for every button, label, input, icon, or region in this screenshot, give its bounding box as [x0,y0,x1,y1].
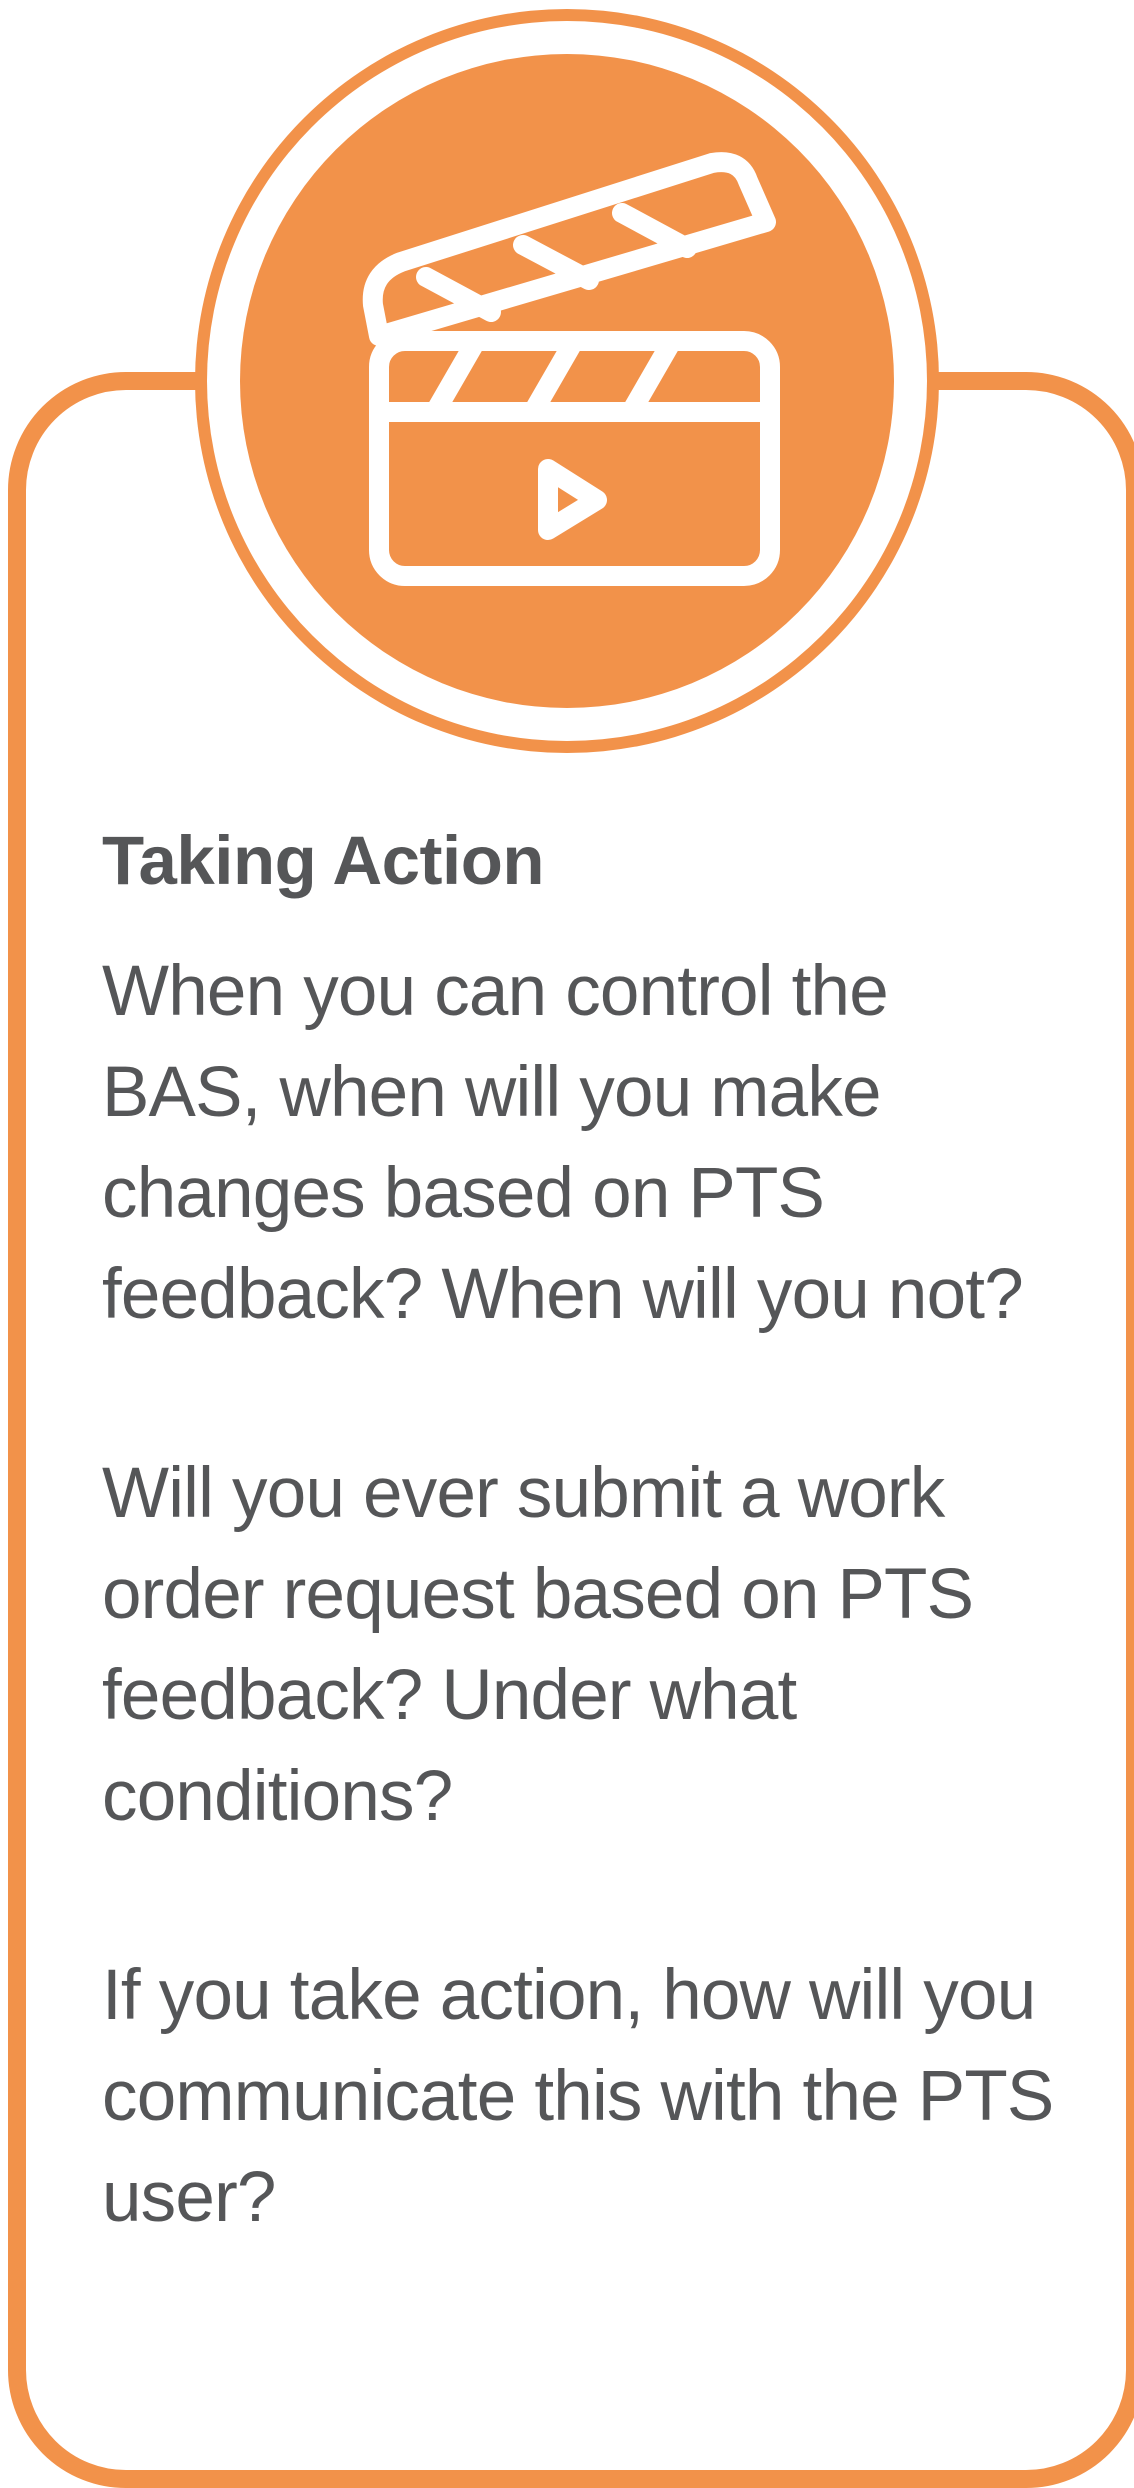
badge-circle [186,0,948,762]
question-work-order: Will you ever submit a work order reques… [102,1453,974,1836]
card-content: Taking Action When you can control the B… [102,820,1062,2248]
clapperboard-play-icon [195,9,939,753]
card-title: Taking Action [102,822,545,899]
question-communicate: If you take action, how will you communi… [102,1955,1054,2237]
question-control-bas: When you can control the BAS, when will … [102,951,1024,1334]
